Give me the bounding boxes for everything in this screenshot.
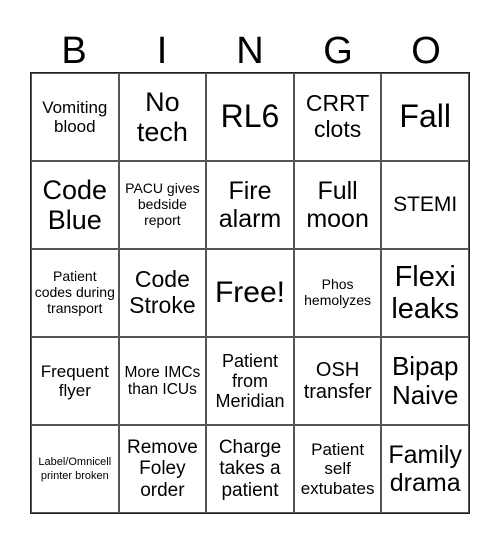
cell-text: More IMCs than ICUs <box>124 363 201 398</box>
header-letter-g: G <box>323 30 353 72</box>
cell-text: Patient codes during transport <box>34 268 115 316</box>
bingo-cell[interactable]: Full moon <box>293 161 382 249</box>
bingo-cell[interactable]: Bipap Naive <box>381 337 469 425</box>
cell-text: Charge takes a patient <box>218 437 282 501</box>
cell-text: Vomiting blood <box>42 97 108 136</box>
cell-text: Bipap Naive <box>391 350 459 410</box>
cell-text: PACU gives bedside report <box>125 180 200 228</box>
bingo-cell[interactable]: STEMI <box>381 161 469 249</box>
cell-text: Patient self extubates <box>300 440 375 498</box>
cell-text: Flexi leaks <box>391 260 460 325</box>
cell-text: Free! <box>214 276 285 310</box>
bingo-cell[interactable]: Vomiting blood <box>31 73 119 161</box>
bingo-cell[interactable]: PACU gives bedside report <box>118 161 207 249</box>
bingo-cell[interactable]: Label/Omnicell printer broken <box>31 425 119 513</box>
bingo-cell[interactable]: Fire alarm <box>206 161 294 249</box>
bingo-board: Vomiting blood No tech RL6 CRRT clots Fa… <box>30 72 470 514</box>
bingo-cell[interactable]: Flexi leaks <box>381 249 469 337</box>
free-space[interactable]: Free! <box>206 249 294 337</box>
cell-text: CRRT clots <box>305 90 370 142</box>
header-letter-n: N <box>236 30 264 72</box>
cell-text: Family drama <box>388 441 462 497</box>
cell-text: OSH transfer <box>303 358 372 403</box>
bingo-cell[interactable]: Patient self extubates <box>293 425 382 513</box>
cell-text: Patient from Meridian <box>215 350 285 412</box>
bingo-cell[interactable]: Family drama <box>381 425 469 513</box>
bingo-cell[interactable]: Code Blue <box>31 161 119 249</box>
bingo-cell[interactable]: Fall <box>381 73 469 161</box>
bingo-cell[interactable]: OSH transfer <box>293 337 382 425</box>
bingo-cell[interactable]: Code Stroke <box>118 249 207 337</box>
cell-text: Full moon <box>306 177 369 233</box>
bingo-cell[interactable]: RL6 <box>206 73 294 161</box>
bingo-cell[interactable]: Remove Foley order <box>118 425 207 513</box>
cell-text: Code Stroke <box>129 266 196 318</box>
bingo-cell[interactable]: Patient from Meridian <box>206 337 294 425</box>
cell-text: Remove Foley order <box>127 437 198 501</box>
bingo-header: B I N G O <box>30 30 470 72</box>
bingo-cell[interactable]: Frequent flyer <box>31 337 119 425</box>
cell-text: Phos hemolyzes <box>304 276 372 308</box>
bingo-cell[interactable]: More IMCs than ICUs <box>118 337 207 425</box>
cell-text: Code Blue <box>42 174 108 235</box>
cell-text: Fall <box>399 98 451 135</box>
bingo-cell[interactable]: Charge takes a patient <box>206 425 294 513</box>
header-letter-o: O <box>411 30 441 72</box>
bingo-cell[interactable]: Patient codes during transport <box>31 249 119 337</box>
cell-text: No tech <box>136 86 188 147</box>
header-letter-i: I <box>156 30 168 72</box>
cell-text: STEMI <box>393 193 458 217</box>
cell-text: Frequent flyer <box>40 361 109 400</box>
bingo-cell[interactable]: CRRT clots <box>293 73 382 161</box>
cell-text: Label/Omnicell printer broken <box>38 455 112 482</box>
bingo-cell[interactable]: Phos hemolyzes <box>293 249 382 337</box>
cell-text: RL6 <box>220 98 280 135</box>
cell-text: Fire alarm <box>218 177 282 233</box>
bingo-cell[interactable]: No tech <box>118 73 207 161</box>
header-letter-b: B <box>61 30 87 72</box>
